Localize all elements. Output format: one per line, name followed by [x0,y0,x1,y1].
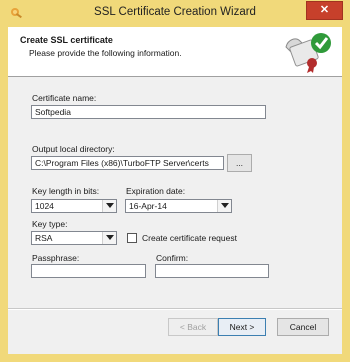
create-request-checkbox[interactable] [127,233,137,243]
key-type-label: Key type: [32,219,68,229]
wizard-body: Certificate name: Softpedia Output local… [8,78,342,308]
confirm-label: Confirm: [156,253,189,263]
confirm-field[interactable] [155,264,269,278]
window-title: SSL Certificate Creation Wizard [94,6,256,18]
expiration-date-picker[interactable]: 16-Apr-14 [125,199,232,213]
cancel-button[interactable]: Cancel [277,318,329,336]
expiration-date-label: Expiration date: [126,186,186,196]
back-button[interactable]: < Back [168,318,218,336]
certificate-name-field[interactable]: Softpedia [31,105,266,119]
browse-button[interactable]: ... [227,154,252,172]
wizard-window: SSL Certificate Creation Wizard ✕ Create… [0,0,350,362]
key-length-label: Key length in bits: [32,186,100,196]
output-directory-field[interactable]: C:\Program Files (x86)\TurboFTP Server\c… [31,156,224,170]
header-subtitle: Please provide the following information… [29,48,182,58]
expiration-date-value: 16-Apr-14 [129,201,167,211]
certificate-name-label: Certificate name: [32,93,97,103]
window-frame-bottom [0,354,350,362]
close-button[interactable]: ✕ [306,1,343,20]
window-frame-left [0,27,8,362]
create-request-label[interactable]: Create certificate request [142,233,237,243]
key-length-value: 1024 [35,201,54,211]
title-bar[interactable]: SSL Certificate Creation Wizard ✕ [0,0,350,27]
passphrase-label: Passphrase: [32,253,80,263]
next-button[interactable]: Next > [218,318,266,336]
key-type-value: RSA [35,233,53,243]
window-frame-right [342,27,350,362]
chevron-down-icon [106,235,114,240]
key-length-dropdown-arrow[interactable] [102,200,116,212]
header-title: Create SSL certificate [20,35,113,45]
footer-separator-highlight [8,309,342,310]
key-length-select[interactable]: 1024 [31,199,117,213]
key-type-select[interactable]: RSA [31,231,117,245]
key-type-dropdown-arrow[interactable] [102,232,116,244]
expiration-date-dropdown-arrow[interactable] [217,200,231,212]
chevron-down-icon [106,203,114,208]
wizard-header: Create SSL certificate Please provide th… [8,27,342,77]
passphrase-field[interactable] [31,264,146,278]
output-directory-label: Output local directory: [32,144,115,154]
chevron-down-icon [221,203,229,208]
certificate-checkmark-icon [285,33,331,73]
